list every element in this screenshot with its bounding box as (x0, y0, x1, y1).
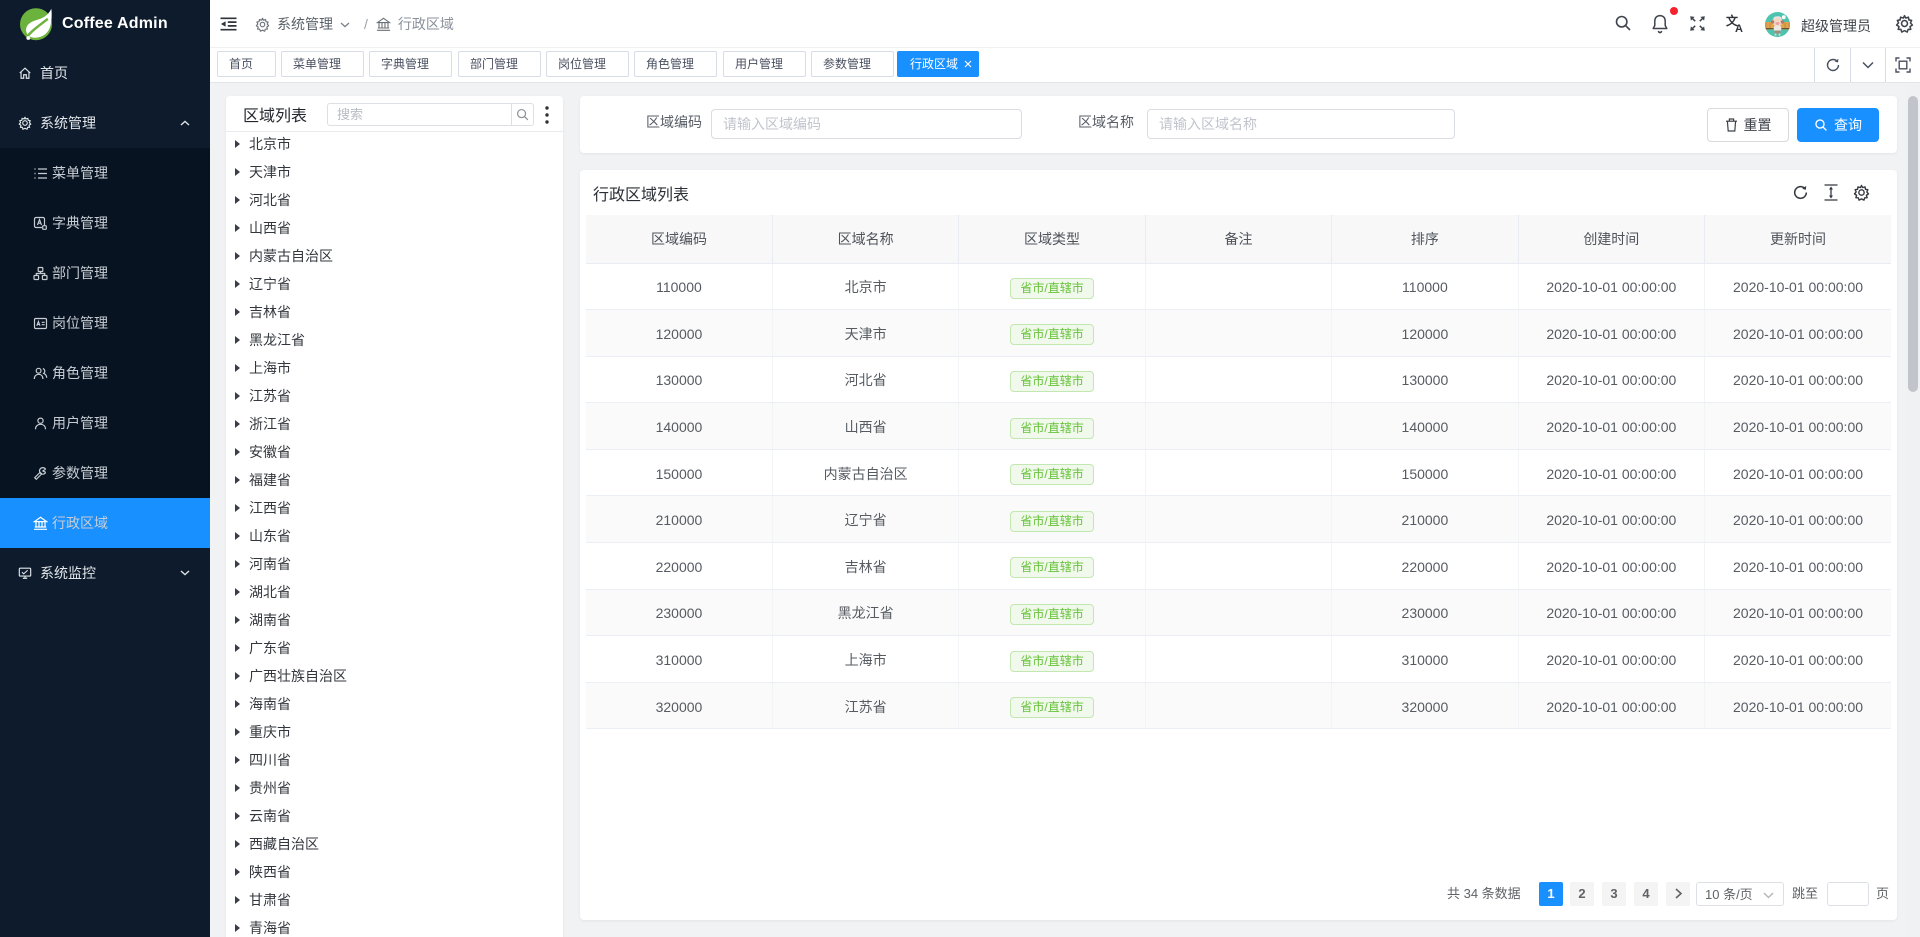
svg-text:A: A (1735, 23, 1743, 34)
